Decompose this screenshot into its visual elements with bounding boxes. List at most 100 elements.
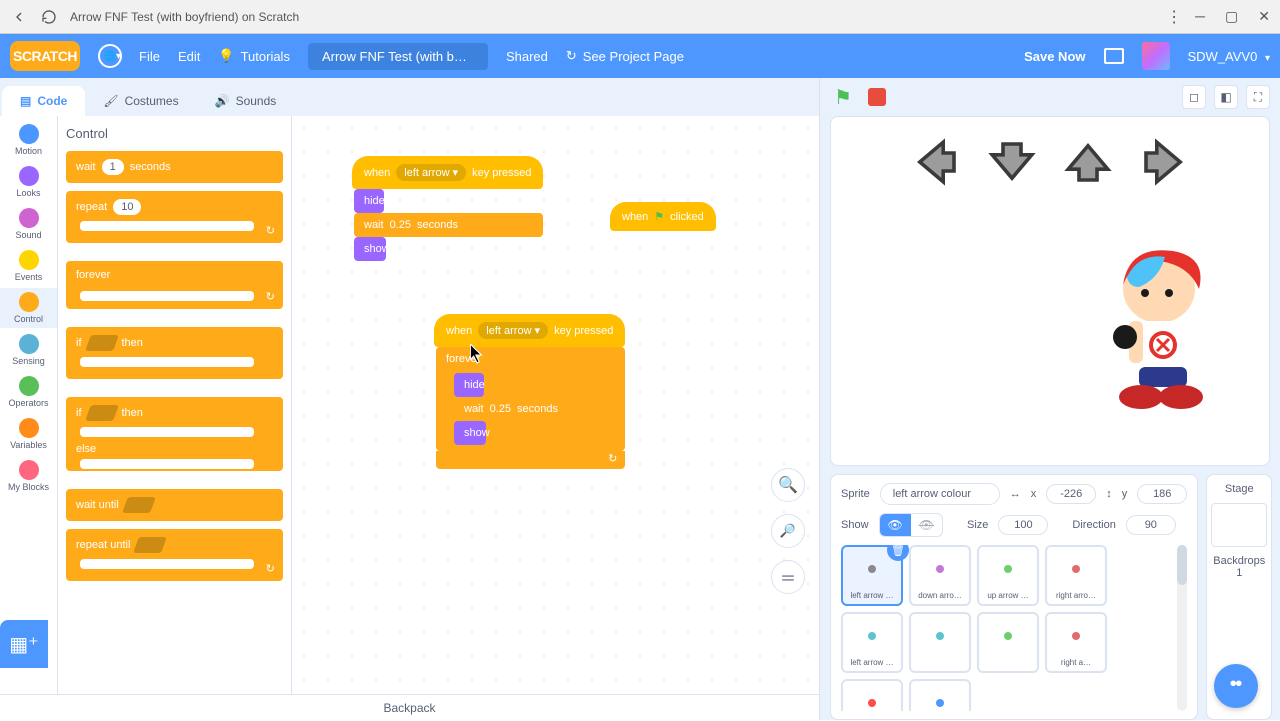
stage-down-arrow	[985, 135, 1039, 189]
category-sensing[interactable]: Sensing	[0, 330, 57, 370]
hat-when-flag-clicked[interactable]: when ⚑ clicked	[610, 202, 716, 231]
delete-sprite-button[interactable]: 🗑	[887, 545, 909, 561]
window-close-button[interactable]: ✕	[1258, 8, 1270, 25]
blocks-workspace[interactable]: when left arrow▾ key pressed hide wait 0…	[292, 116, 819, 694]
sprite-direction-input[interactable]	[1126, 515, 1176, 535]
vert-icon: ↕	[1106, 488, 1112, 500]
stage-left-arrow	[909, 135, 963, 189]
script-stack-flag[interactable]: when ⚑ clicked	[610, 202, 716, 231]
block-show-2[interactable]: show	[454, 421, 486, 445]
window-minimize-button[interactable]: ─	[1195, 8, 1205, 25]
fullscreen-button[interactable]: ⛶	[1246, 85, 1270, 109]
block-repeat[interactable]: repeat 10 ↻	[66, 191, 283, 243]
variables-dot-icon	[19, 418, 39, 438]
stage-thumbnail[interactable]	[1211, 503, 1267, 547]
sprite-thumbnail[interactable]	[977, 612, 1039, 673]
sprite-x-input[interactable]	[1046, 484, 1096, 504]
show-toggle[interactable]: 👁 👁	[879, 513, 943, 537]
save-now-button[interactable]: Save Now	[1024, 49, 1085, 64]
green-flag-button[interactable]: ⚑	[830, 84, 856, 110]
tutorials-button[interactable]: 💡 Tutorials	[218, 48, 290, 64]
stage-boyfriend-sprite	[1069, 237, 1229, 417]
browser-reload-button[interactable]	[40, 8, 58, 26]
chevron-down-icon: ▾	[453, 166, 459, 179]
tab-code[interactable]: ▤ Code	[2, 86, 85, 116]
sprite-thumbnail[interactable]: right a…	[1045, 612, 1107, 673]
sprite-y-input[interactable]	[1137, 484, 1187, 504]
stage-large-button[interactable]: ◧	[1214, 85, 1238, 109]
browser-back-button[interactable]	[10, 8, 28, 26]
script-stack-1[interactable]: when left arrow▾ key pressed hide wait 0…	[352, 156, 543, 261]
block-wait[interactable]: wait 1 seconds	[66, 151, 283, 183]
sprite-list-scrollbar[interactable]	[1177, 545, 1187, 711]
zoom-reset-button[interactable]: ＝	[771, 560, 805, 594]
add-extension-button[interactable]: ▦⁺	[0, 620, 48, 668]
costume-icon: 🖌	[103, 94, 118, 108]
stop-button[interactable]	[864, 84, 890, 110]
edit-menu[interactable]: Edit	[178, 49, 200, 64]
block-forever[interactable]: forever ↻	[66, 261, 283, 309]
operators-dot-icon	[19, 376, 39, 396]
user-avatar[interactable]	[1142, 42, 1170, 70]
hat-when-key-pressed-2[interactable]: when left arrow▾ key pressed	[434, 314, 625, 347]
scratch-logo[interactable]: SCRATCH	[10, 41, 80, 71]
show-visible-option[interactable]: 👁	[880, 514, 911, 536]
backdrops-label: Backdrops	[1213, 555, 1265, 567]
block-show[interactable]: show	[354, 237, 386, 261]
add-sprite-button[interactable]	[1214, 664, 1258, 708]
stage[interactable]	[830, 116, 1270, 466]
account-menu[interactable]: SDW_AVV0 ▾	[1188, 49, 1271, 64]
sprite-thumbnail[interactable]: up arrow …	[977, 545, 1039, 606]
sprite-name-input[interactable]	[880, 483, 1000, 505]
see-project-page-button[interactable]: ↻ See Project Page	[566, 48, 684, 64]
code-icon: ▤	[20, 94, 31, 108]
sprite-thumbnail[interactable]	[909, 612, 971, 673]
sprite-thumbnail[interactable]: right arro…	[1045, 545, 1107, 606]
tab-sounds[interactable]: 🔊 Sounds	[197, 86, 295, 116]
sprite-thumbnail[interactable]: Boyfriend…	[841, 679, 903, 711]
category-motion[interactable]: Motion	[0, 120, 57, 160]
block-wait-script-2[interactable]: wait 0.25 seconds	[454, 397, 619, 421]
my-stuff-button[interactable]	[1104, 48, 1124, 64]
motion-dot-icon	[19, 124, 39, 144]
block-repeat-until[interactable]: repeat until ↻	[66, 529, 283, 581]
block-wait-script[interactable]: wait 0.25 seconds	[354, 213, 543, 237]
sprite-size-input[interactable]	[998, 515, 1048, 535]
sprite-thumbnail[interactable]: left arrow …🗑	[841, 545, 903, 606]
browser-menu-button[interactable]: ⋮	[1165, 8, 1183, 26]
key-dropdown-2[interactable]: left arrow▾	[478, 322, 548, 339]
hat-when-key-pressed[interactable]: when left arrow▾ key pressed	[352, 156, 543, 189]
script-stack-2[interactable]: when left arrow▾ key pressed forever hid…	[434, 314, 625, 469]
zoom-in-button[interactable]: 🔍	[771, 468, 805, 502]
category-variables[interactable]: Variables	[0, 414, 57, 454]
sprite-thumbnail[interactable]: down arro…	[909, 545, 971, 606]
window-maximize-button[interactable]: ▢	[1225, 8, 1238, 25]
block-forever-script[interactable]: forever	[436, 347, 625, 369]
block-hide[interactable]: hide	[354, 189, 384, 213]
file-menu[interactable]: File	[139, 49, 160, 64]
category-looks[interactable]: Looks	[0, 162, 57, 202]
block-if-else[interactable]: if then else	[66, 397, 283, 471]
project-title-input[interactable]: Arrow FNF Test (with boyf…	[308, 43, 488, 70]
category-control[interactable]: Control	[0, 288, 57, 328]
category-myblocks[interactable]: My Blocks	[0, 456, 57, 496]
sprite-thumbnail[interactable]: left arrow …	[841, 612, 903, 673]
myblocks-dot-icon	[19, 460, 39, 480]
category-operators[interactable]: Operators	[0, 372, 57, 412]
block-wait-until[interactable]: wait until	[66, 489, 283, 521]
key-dropdown[interactable]: left arrow▾	[396, 164, 466, 181]
sprite-thumbnail[interactable]: bfCar	[909, 679, 971, 711]
category-events[interactable]: Events	[0, 246, 57, 286]
palette-heading: Control	[66, 126, 283, 141]
backpack-panel[interactable]: Backpack	[0, 694, 819, 720]
category-sound[interactable]: Sound	[0, 204, 57, 244]
tab-costumes[interactable]: 🖌 Costumes	[85, 86, 196, 116]
language-menu[interactable]: 🌐 ▾	[98, 44, 121, 68]
block-hide-2[interactable]: hide	[454, 373, 484, 397]
sound-icon: 🔊	[215, 94, 230, 108]
show-hidden-option[interactable]: 👁	[911, 514, 942, 536]
block-if[interactable]: if then	[66, 327, 283, 379]
stage-small-button[interactable]: ◻	[1182, 85, 1206, 109]
backdrops-count: 1	[1236, 567, 1242, 579]
zoom-out-button[interactable]: 🔎	[771, 514, 805, 548]
